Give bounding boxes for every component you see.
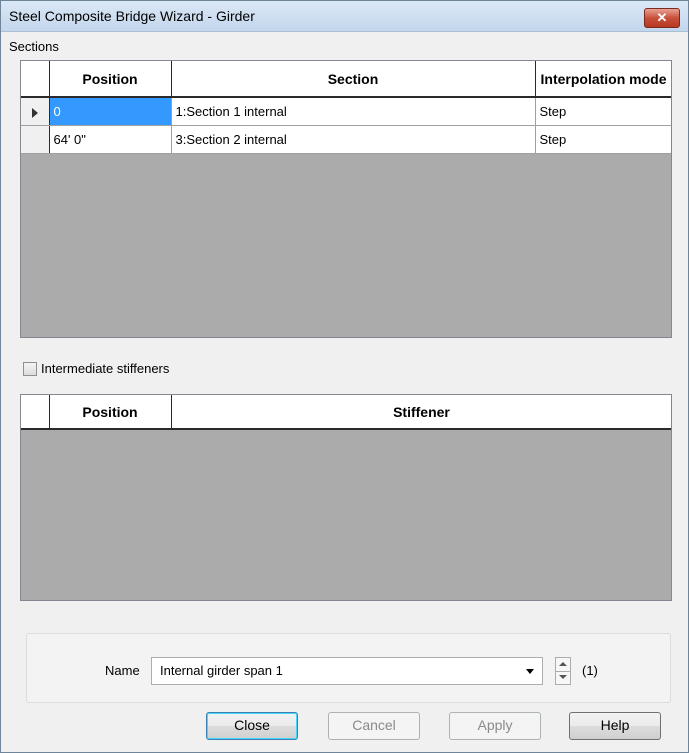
spin-down-button[interactable] [556, 671, 570, 684]
cell-section[interactable]: 3:Section 2 internal [171, 125, 536, 154]
help-button[interactable]: Help [569, 712, 661, 740]
spin-up-button[interactable] [556, 658, 570, 672]
cell-interpolation-mode[interactable]: Step [535, 125, 671, 154]
intermediate-stiffeners-checkbox[interactable] [23, 362, 37, 376]
stiffeners-header-row: Position Stiffener [21, 395, 671, 430]
row-header-current[interactable] [21, 97, 50, 126]
sections-grid[interactable]: Position Section Interpolation mode 0 1:… [20, 60, 672, 338]
grid-corner-header [21, 61, 50, 98]
dropdown-arrow-icon [526, 669, 534, 674]
sections-label: Sections [9, 39, 59, 54]
row-pointer-icon [31, 107, 38, 118]
column-header-position[interactable]: Position [49, 61, 172, 98]
cancel-button[interactable]: Cancel [328, 712, 420, 740]
column-header-position[interactable]: Position [49, 395, 172, 430]
table-row[interactable]: 64' 0" 3:Section 2 internal Step [21, 125, 671, 154]
row-header[interactable] [21, 125, 50, 154]
spin-up-icon [559, 662, 567, 666]
title-bar[interactable]: Steel Composite Bridge Wizard - Girder ✕ [1, 1, 688, 32]
cell-position[interactable]: 0 [49, 97, 172, 126]
table-row[interactable]: 0 1:Section 1 internal Step [21, 97, 671, 126]
intermediate-stiffeners-label[interactable]: Intermediate stiffeners [41, 361, 169, 376]
apply-button[interactable]: Apply [449, 712, 541, 740]
name-dropdown-button[interactable] [522, 658, 542, 684]
close-icon: ✕ [656, 10, 668, 25]
name-label: Name [105, 663, 140, 678]
column-header-stiffener[interactable]: Stiffener [171, 395, 671, 430]
sections-header-row: Position Section Interpolation mode [21, 61, 671, 98]
cell-position[interactable]: 64' 0" [49, 125, 172, 154]
cell-interpolation-mode[interactable]: Step [535, 97, 671, 126]
grid-corner-header [21, 395, 50, 430]
cell-section[interactable]: 1:Section 1 internal [171, 97, 536, 126]
stiffeners-grid[interactable]: Position Stiffener [20, 394, 672, 601]
name-counter: (1) [582, 663, 598, 678]
name-combobox[interactable]: Internal girder span 1 [151, 657, 543, 685]
column-header-section[interactable]: Section [171, 61, 536, 98]
window-close-button[interactable]: ✕ [644, 8, 680, 28]
dialog-window: Steel Composite Bridge Wizard - Girder ✕… [0, 0, 689, 753]
name-combobox-value: Internal girder span 1 [160, 663, 283, 678]
column-header-interpolation-mode[interactable]: Interpolation mode [535, 61, 671, 98]
name-spinner[interactable] [555, 657, 571, 685]
close-button[interactable]: Close [206, 712, 298, 740]
spin-down-icon [559, 675, 567, 679]
window-title: Steel Composite Bridge Wizard - Girder [9, 8, 255, 24]
